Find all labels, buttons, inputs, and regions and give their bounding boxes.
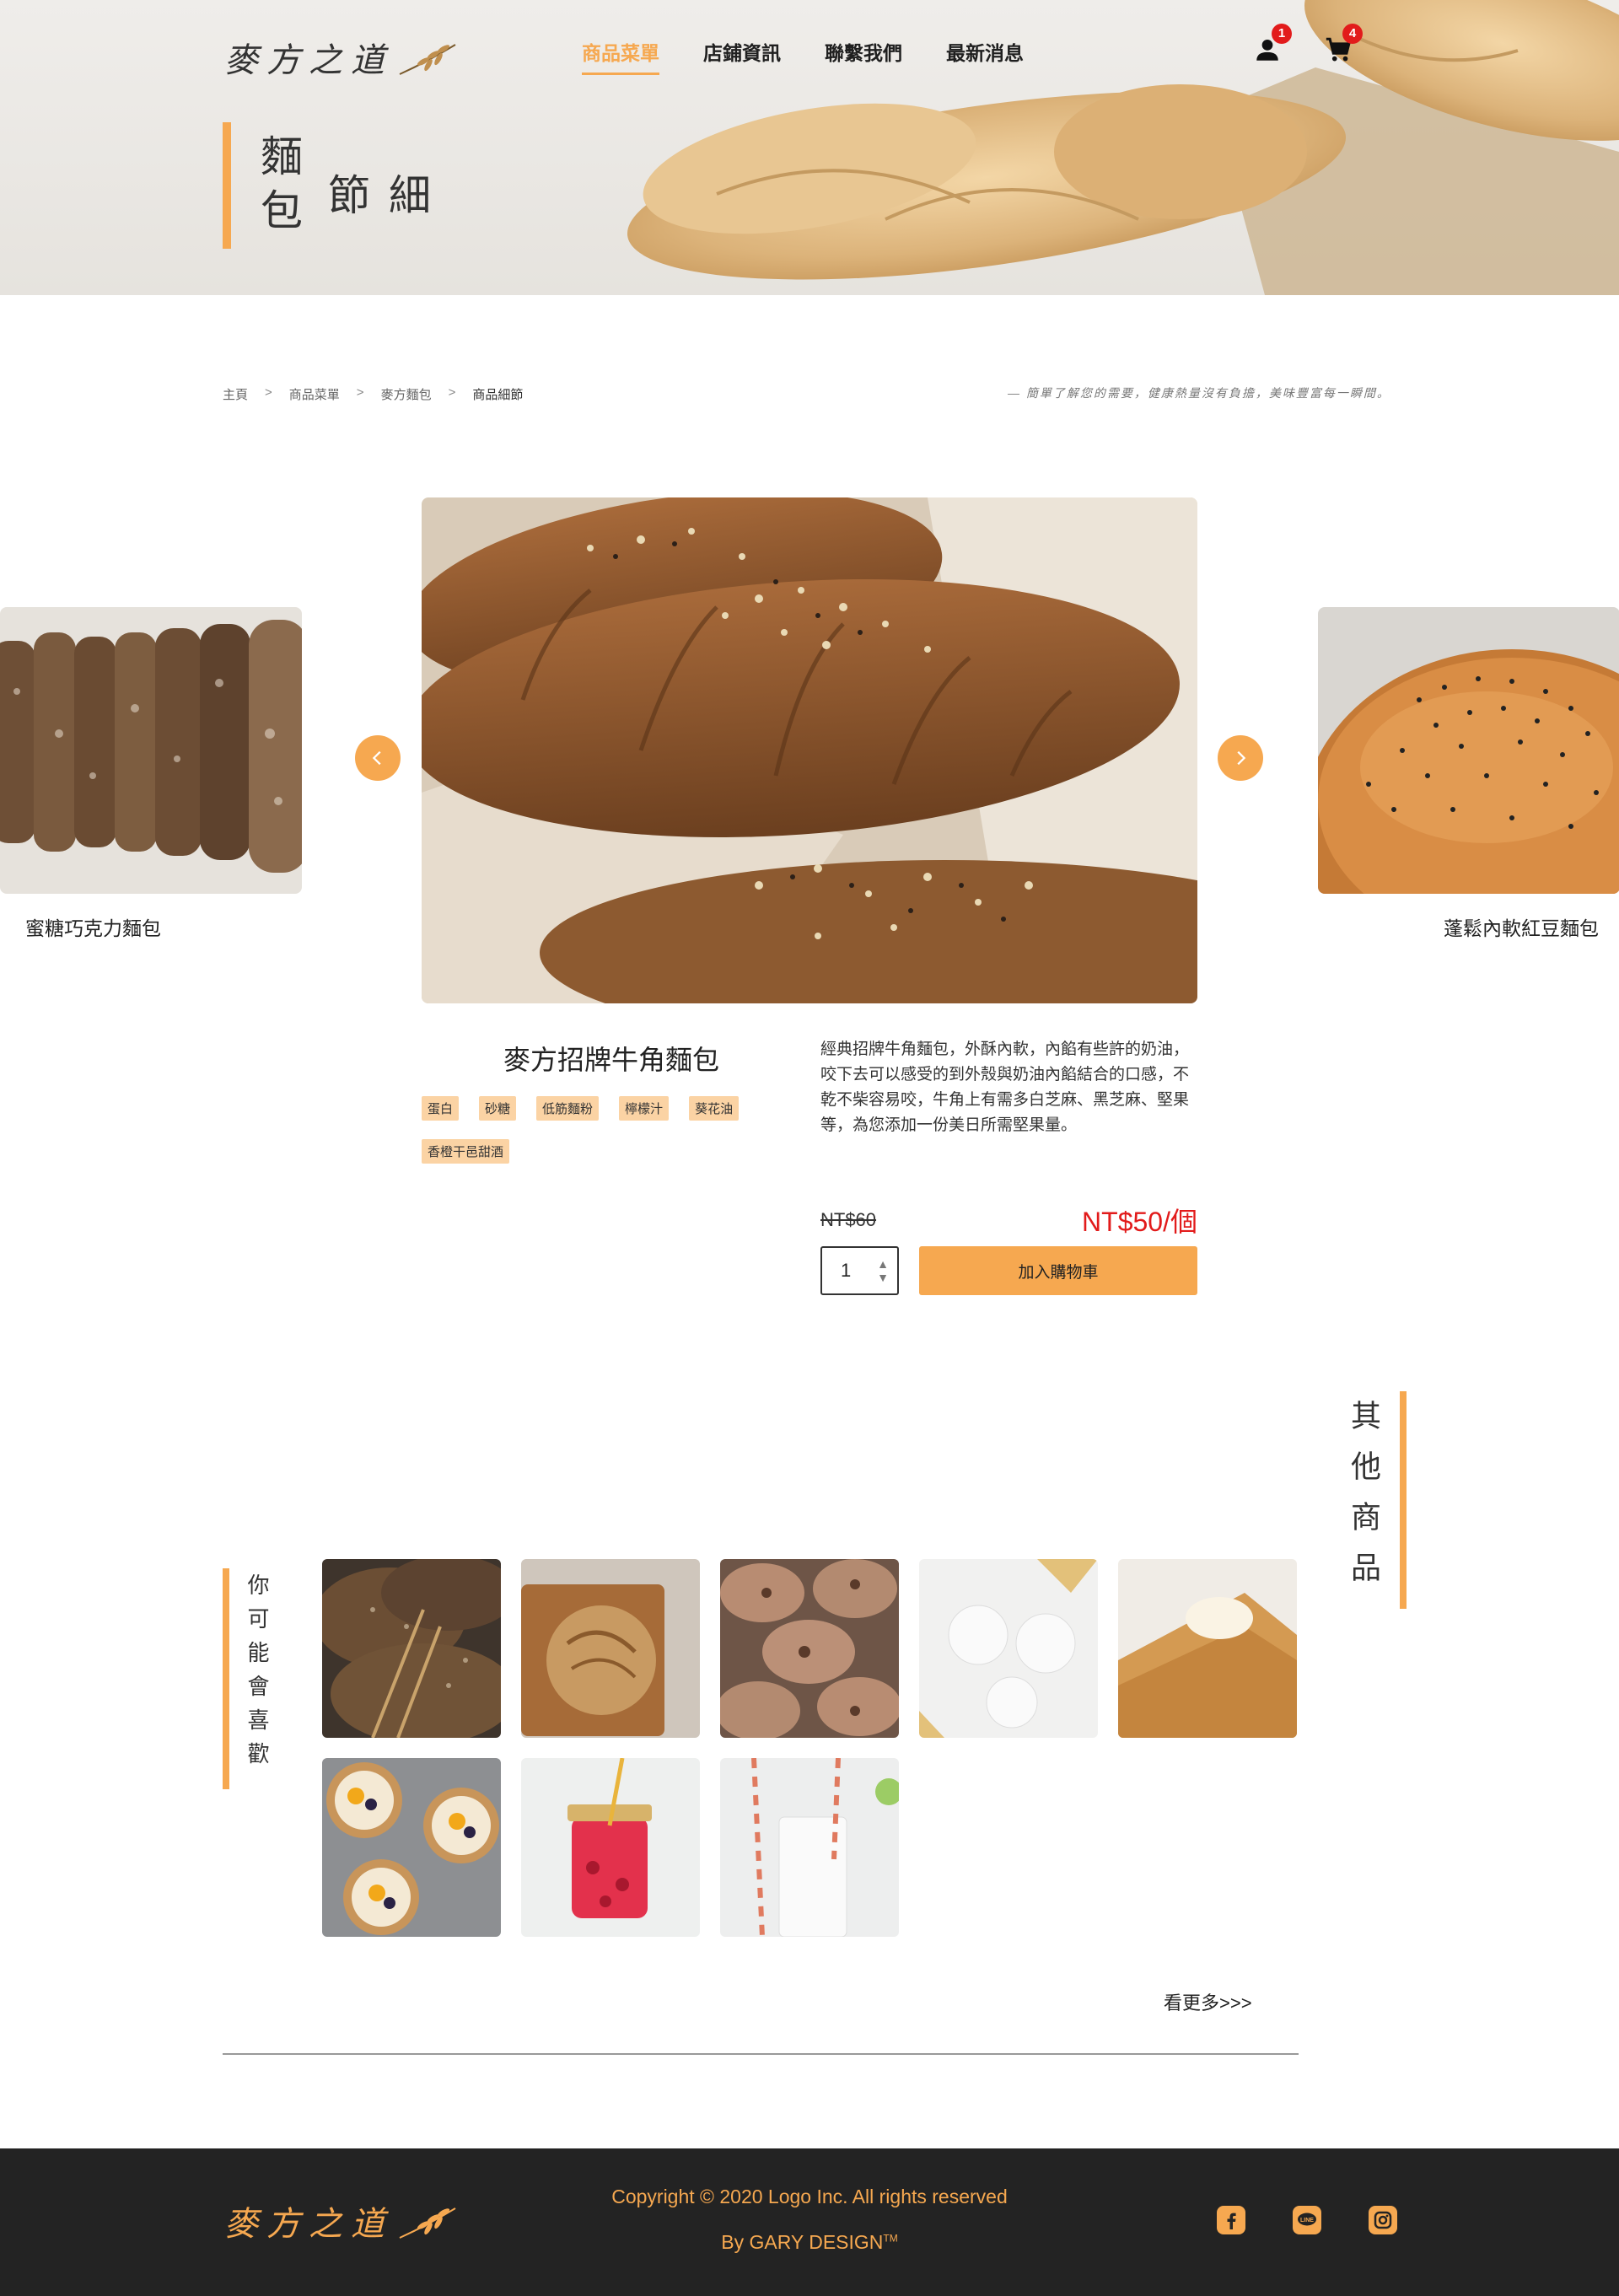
lemonade-image: [720, 1758, 899, 1937]
user-badge: 1: [1272, 24, 1292, 44]
breadcrumb-category[interactable]: 麥方麵包: [381, 385, 432, 403]
recommend-item[interactable]: [521, 1758, 700, 1937]
next-product-label[interactable]: 蓬鬆內軟紅豆麵包: [1444, 912, 1599, 941]
rye-bread-image: [322, 1559, 501, 1738]
wheat-icon: [399, 44, 456, 75]
berry-drink-image: [521, 1758, 700, 1937]
nav-item-menu[interactable]: 商品菜單: [582, 37, 659, 75]
decrement-icon[interactable]: ▼: [877, 1272, 889, 1283]
hero-banner: 麥方之道 商品菜單 店鋪資訊 聯繫我們 最新消息 1 4 麵包 細節: [0, 0, 1619, 295]
increment-icon[interactable]: ▲: [877, 1258, 889, 1270]
ingredient-tags: 蛋白 砂糖 低筋麵粉 檸檬汁 葵花油 香橙干邑甜酒: [422, 1096, 776, 1164]
recommend-item[interactable]: [720, 1758, 899, 1937]
carousel-next-button[interactable]: [1218, 735, 1263, 781]
wheat-icon: [399, 2207, 456, 2239]
breadcrumb-current: 商品細節: [472, 388, 524, 402]
header-actions: 1 4: [1253, 24, 1363, 64]
quantity-arrows[interactable]: ▲ ▼: [877, 1258, 889, 1283]
page-title: 麵包 細節: [223, 122, 431, 249]
user-button[interactable]: 1: [1253, 24, 1292, 64]
ingredient-tag: 檸檬汁: [619, 1096, 670, 1121]
cart-badge: 4: [1342, 24, 1363, 44]
see-more-link[interactable]: 看更多>>>: [1164, 1988, 1252, 2015]
recommend-item[interactable]: [720, 1559, 899, 1738]
sesame-bun-image: [1318, 607, 1619, 894]
brand-logo[interactable]: 麥方之道: [224, 24, 457, 91]
original-price: NT$60: [820, 1209, 877, 1230]
breadcrumb-menu[interactable]: 商品菜單: [289, 385, 340, 403]
nav-item-news[interactable]: 最新消息: [946, 37, 1024, 75]
cart-button[interactable]: 4: [1324, 24, 1363, 64]
instagram-icon[interactable]: [1369, 2206, 1397, 2234]
ingredient-tag: 低筋麵粉: [536, 1096, 600, 1121]
ingredient-tag: 葵花油: [689, 1096, 740, 1121]
meringue-pie-image: [1118, 1559, 1297, 1738]
designer-credit: By GARY DESIGNTM: [523, 2231, 1096, 2254]
trademark: TM: [883, 2232, 898, 2245]
sourdough-image: [521, 1559, 700, 1738]
slogan: — 簡單了解您的需要，健康熱量沒有負擔，美味豐富每一瞬間。: [1008, 386, 1390, 400]
add-to-cart-button[interactable]: 加入購物車: [919, 1246, 1197, 1295]
recommend-item[interactable]: [521, 1559, 700, 1738]
line-icon[interactable]: LINE: [1293, 2206, 1321, 2234]
breadcrumb: 主頁 > 商品菜單 > 麥方麵包 > 商品細節: [223, 385, 523, 403]
ingredient-tag: 砂糖: [479, 1096, 517, 1121]
recommend-grid: [322, 1559, 1300, 1937]
breadcrumb-home[interactable]: 主頁: [223, 385, 248, 403]
quantity-stepper[interactable]: 1 ▲ ▼: [820, 1246, 899, 1295]
other-products-title: 其他商品: [1341, 1391, 1407, 1609]
recommend-item[interactable]: [322, 1758, 501, 1937]
page-title-line2: 細節: [321, 173, 431, 227]
fruit-tarts-image: [322, 1758, 501, 1937]
chevron-right-icon: [1237, 750, 1246, 766]
nav-item-store-info[interactable]: 店鋪資訊: [703, 37, 781, 75]
breadcrumb-separator: >: [356, 385, 364, 400]
divider: [223, 2053, 1299, 2055]
prev-product-image[interactable]: [0, 607, 302, 894]
page-title-line1: 麵包: [254, 134, 303, 242]
copyright-text: Copyright © 2020 Logo Inc. All rights re…: [611, 2186, 1008, 2207]
you-may-like-title: 你可能會喜歡: [223, 1568, 272, 1789]
sale-price: NT$50/個: [1082, 1207, 1197, 1237]
next-product-image[interactable]: [1318, 607, 1619, 894]
brand-name: 麥方之道: [224, 41, 393, 80]
carousel-prev-button[interactable]: [355, 735, 401, 781]
product-name: 麥方招牌牛角麵包: [503, 1045, 719, 1075]
snow-cookies-image: [919, 1559, 1098, 1738]
svg-text:LINE: LINE: [1300, 2218, 1314, 2223]
quantity-value: 1: [841, 1260, 852, 1281]
footer-logo[interactable]: 麥方之道: [224, 2187, 457, 2255]
recommend-item[interactable]: [919, 1559, 1098, 1738]
prev-product-label[interactable]: 蜜糖巧克力麵包: [25, 912, 161, 941]
footer-brand-name: 麥方之道: [224, 2205, 393, 2244]
main-product-image: [422, 497, 1197, 1003]
cookies-image: [720, 1559, 899, 1738]
ingredient-tag: 蛋白: [422, 1096, 460, 1121]
sliced-bread-image: [0, 607, 302, 894]
nav-item-contact[interactable]: 聯繫我們: [825, 37, 902, 75]
main-nav: 商品菜單 店鋪資訊 聯繫我們 最新消息: [582, 37, 1024, 75]
croissant-photo: [422, 497, 1197, 1003]
recommend-item[interactable]: [322, 1559, 501, 1738]
breadcrumb-separator: >: [448, 385, 456, 400]
product-description: 經典招牌牛角麵包，外酥內軟，內餡有些許的奶油，咬下去可以感受的到外殼與奶油內餡結…: [820, 1040, 1190, 1134]
ingredient-tag: 香橙干邑甜酒: [422, 1139, 510, 1164]
chevron-left-icon: [372, 750, 381, 766]
footer: 麥方之道 Copyright © 2020 Logo Inc. All righ…: [0, 2148, 1619, 2296]
breadcrumb-separator: >: [265, 385, 272, 400]
recommend-item[interactable]: [1118, 1559, 1297, 1738]
social-links: LINE: [1217, 2206, 1397, 2234]
facebook-icon[interactable]: [1217, 2206, 1245, 2234]
designer-name: By GARY DESIGN: [721, 2231, 884, 2253]
